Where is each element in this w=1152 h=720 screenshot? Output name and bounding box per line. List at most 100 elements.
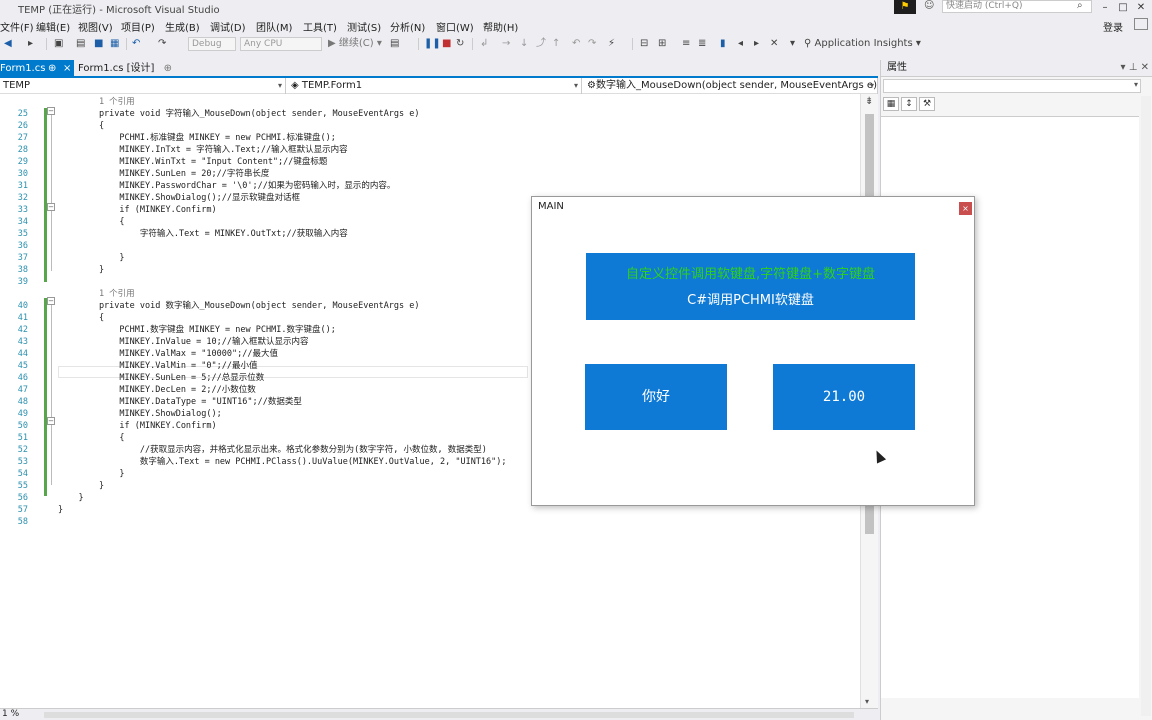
reference-count-line[interactable]: 1 个引用 — [0, 96, 860, 108]
line-number: 25 — [17, 109, 28, 119]
menu-tools[interactable]: 工具(T) — [303, 19, 337, 34]
code-line[interactable]: 30 MINKEY.SunLen = 20;//字符串长度 — [0, 168, 860, 180]
line-number: 35 — [17, 229, 28, 239]
minimize-icon[interactable]: – — [1096, 2, 1114, 13]
uncomment-icon[interactable]: ≣ — [698, 36, 706, 52]
process-icon[interactable]: ▤ — [390, 36, 399, 52]
comment-icon[interactable]: ≡ — [682, 36, 690, 52]
code-line[interactable]: 58 — [0, 516, 860, 528]
align-icon[interactable]: ⊟ — [640, 36, 648, 52]
code-line[interactable]: 25 private void 字符输入_MouseDown(object se… — [0, 108, 860, 120]
forward-icon[interactable]: ▸ — [28, 36, 33, 52]
clear-bookmarks-icon[interactable]: ✕ — [770, 36, 778, 52]
menu-help[interactable]: 帮助(H) — [483, 19, 518, 34]
platform-select[interactable]: Any CPU — [240, 37, 322, 51]
step-into-icon[interactable]: → — [502, 36, 510, 52]
back-icon[interactable]: ◀ — [4, 36, 12, 52]
step-out-icon[interactable]: ⤴ — [536, 36, 546, 52]
menu-edit[interactable]: 编辑(E) — [36, 19, 70, 34]
step-back-icon[interactable]: ↑ — [552, 36, 560, 52]
code-text: MINKEY.InValue = 10;//输入框默认显示内容 — [58, 337, 309, 347]
code-line[interactable]: 26 { — [0, 120, 860, 132]
save-icon[interactable]: ■ — [94, 36, 103, 52]
menu-debug[interactable]: 调试(D) — [210, 19, 246, 34]
collapse-icon[interactable]: − — [47, 203, 55, 211]
categorized-icon[interactable]: ▦ — [883, 97, 899, 111]
next-bookmark-icon[interactable]: ▸ — [754, 36, 759, 52]
tab-form1-designer[interactable]: Form1.cs [设计] ⊕ — [78, 60, 172, 78]
menu-window[interactable]: 窗口(W) — [436, 19, 474, 34]
save-all-icon[interactable]: ▦ — [110, 36, 119, 52]
class-dropdown[interactable]: ◈ TEMP.Form1 ▾ — [288, 78, 582, 94]
undo-icon[interactable]: ↶ — [132, 36, 140, 52]
dropdown-icon[interactable]: ▾ — [1120, 62, 1125, 73]
sign-in-link[interactable]: 登录 — [1103, 19, 1123, 34]
wrench-icon[interactable]: ⚒ — [919, 97, 935, 111]
undo-nav-icon[interactable]: ↶ — [572, 36, 580, 52]
feedback-icon[interactable]: ☺ — [924, 0, 934, 11]
zoom-level[interactable]: 1 % — [2, 709, 19, 719]
line-number: 44 — [17, 349, 28, 359]
menu-bar: 文件(F) 编辑(E) 视图(V) 项目(P) 生成(B) 调试(D) 团队(M… — [0, 16, 1152, 34]
alphabetical-icon[interactable]: ↕ — [901, 97, 917, 111]
quick-launch-input[interactable]: 快速启动 (Ctrl+Q) — [942, 0, 1092, 13]
pin-icon[interactable]: ⊕ — [48, 60, 56, 77]
number-input-button[interactable]: 21.00 — [773, 364, 915, 430]
scroll-down-icon[interactable]: ▾ — [865, 697, 869, 706]
member-dropdown[interactable]: ⚙数字输入_MouseDown(object sender, MouseEven… — [584, 78, 878, 94]
collapse-icon[interactable]: − — [47, 297, 55, 305]
tab-form1-code[interactable]: Form1.cs ⊕ × — [0, 60, 74, 78]
menu-team[interactable]: 团队(M) — [256, 19, 292, 34]
code-text: PCHMI.标准键盘 MINKEY = new PCHMI.标准键盘(); — [58, 133, 336, 143]
restart-icon[interactable]: ↻ — [456, 36, 464, 52]
object-select[interactable]: ▾ — [883, 79, 1141, 93]
maximize-icon[interactable]: □ — [1114, 2, 1132, 13]
user-icon[interactable] — [1134, 18, 1148, 30]
pin-icon[interactable]: ⊕ — [164, 63, 172, 74]
split-icon[interactable]: ⇟ — [865, 96, 873, 107]
continue-button[interactable]: ▶ 继续(C) ▾ — [328, 36, 382, 52]
collapse-icon[interactable]: − — [47, 417, 55, 425]
project-name: TEMP — [3, 80, 31, 91]
code-line[interactable]: 31 MINKEY.PasswordChar = '\0';//如果为密码输入时… — [0, 180, 860, 192]
close-icon[interactable]: ✕ — [1132, 2, 1150, 13]
stop-icon[interactable]: ■ — [442, 36, 451, 52]
collapse-icon[interactable]: − — [47, 107, 55, 115]
hot-reload-icon[interactable]: ⚡ — [608, 36, 615, 52]
show-next-statement-icon[interactable]: ↲ — [480, 36, 488, 52]
search-icon[interactable]: ⌕ — [1077, 0, 1083, 11]
menu-build[interactable]: 生成(B) — [165, 19, 200, 34]
redo-nav-icon[interactable]: ↷ — [588, 36, 596, 52]
close-tab-icon[interactable]: × — [63, 60, 71, 77]
open-icon[interactable]: ▤ — [76, 36, 85, 52]
config-select[interactable]: Debug — [188, 37, 236, 51]
step-over-icon[interactable]: ↓ — [520, 36, 528, 52]
prev-bookmark-icon[interactable]: ◂ — [738, 36, 743, 52]
menu-file[interactable]: 文件(F) — [0, 19, 34, 34]
redo-icon[interactable]: ↷ — [158, 36, 166, 52]
menu-project[interactable]: 项目(P) — [121, 19, 155, 34]
bookmark-icon[interactable]: ▮ — [720, 36, 726, 52]
code-line[interactable]: 28 MINKEY.InTxt = 字符输入.Text;//输入框默认显示内容 — [0, 144, 860, 156]
main-form-window: MAIN × 自定义控件调用软键盘,字符键盘+数字键盘 C#调用PCHMI软键盘… — [531, 196, 975, 506]
code-line[interactable]: 27 PCHMI.标准键盘 MINKEY = new PCHMI.标准键盘(); — [0, 132, 860, 144]
text-input-button[interactable]: 你好 — [585, 364, 727, 430]
close-icon[interactable]: ✕ — [1141, 62, 1149, 73]
pin-icon[interactable]: ⊥ — [1129, 62, 1138, 73]
properties-scrollbar[interactable] — [1141, 96, 1151, 716]
menu-view[interactable]: 视图(V) — [78, 19, 113, 34]
horizontal-scrollbar[interactable] — [44, 712, 854, 718]
menu-test[interactable]: 测试(S) — [347, 19, 381, 34]
chevron-down-icon: ▾ — [869, 81, 874, 90]
menu-analyze[interactable]: 分析(N) — [390, 19, 425, 34]
dropdown-icon[interactable]: ▾ — [790, 36, 795, 52]
format-icon[interactable]: ⊞ — [658, 36, 666, 52]
new-project-icon[interactable]: ▣ — [54, 36, 63, 52]
notification-flag-icon[interactable]: ⚑ — [894, 0, 916, 14]
application-insights-button[interactable]: ⚲ Application Insights ▾ — [804, 36, 921, 52]
close-icon[interactable]: × — [959, 202, 972, 215]
project-dropdown[interactable]: TEMP ▾ — [0, 78, 286, 94]
properties-header: 属性 ▾ ⊥ ✕ — [881, 60, 1152, 77]
pause-icon[interactable]: ❚❚ — [424, 36, 441, 52]
code-line[interactable]: 29 MINKEY.WinTxt = "Input Content";//键盘标… — [0, 156, 860, 168]
